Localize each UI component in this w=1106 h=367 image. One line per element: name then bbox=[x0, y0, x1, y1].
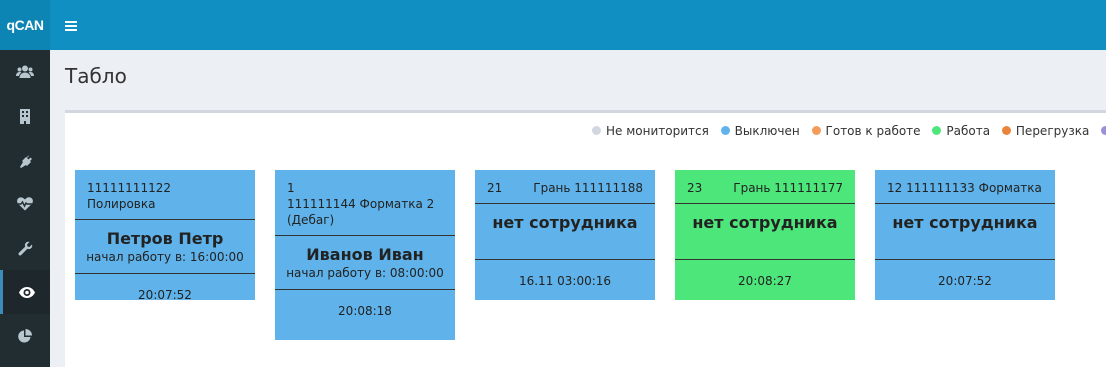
page-title: Табло bbox=[65, 64, 127, 88]
card-header: 21 Грань 111111188 bbox=[475, 170, 655, 204]
wrench-icon bbox=[17, 241, 32, 255]
legend-label: Перегрузка bbox=[1015, 124, 1090, 138]
app-logo[interactable]: qCAN bbox=[0, 0, 50, 50]
legend-label: Не мониторится bbox=[606, 124, 709, 138]
card-employee: Иванов Иван начал работу в: 08:00:00 bbox=[275, 236, 455, 290]
legend-label: Выключен bbox=[734, 124, 800, 138]
legend-dot-icon bbox=[592, 126, 601, 135]
card-header: 12 111111133 Форматка bbox=[875, 170, 1055, 204]
workstation-card[interactable]: 23 Грань 111111177 нет сотрудника 20:08:2… bbox=[675, 170, 855, 300]
card-time: 20:08:27 bbox=[738, 274, 792, 288]
legend-dot-icon bbox=[1101, 126, 1106, 135]
employee-name: нет сотрудника bbox=[892, 213, 1038, 232]
card-station-number: 1 bbox=[287, 181, 295, 195]
plug-icon bbox=[19, 153, 32, 168]
legend-label: Работа bbox=[946, 124, 991, 138]
card-station-number: 23 bbox=[687, 181, 703, 195]
eye-icon bbox=[18, 286, 35, 298]
sidebar-item-plug[interactable] bbox=[0, 138, 50, 182]
sidebar-item-settings[interactable] bbox=[0, 226, 50, 270]
workstation-card[interactable]: 1 111111144 Форматка 2 (Дебаг) Иванов Ив… bbox=[275, 170, 455, 340]
card-station-id: 111111144 Форматка 2 bbox=[287, 197, 435, 211]
legend-item: Работа bbox=[932, 124, 990, 138]
workstation-card[interactable]: 12 111111133 Форматка нет сотрудника 20:… bbox=[875, 170, 1055, 300]
legend-item: Не мониторится bbox=[592, 124, 709, 138]
sidebar bbox=[0, 50, 50, 367]
employee-name: нет сотрудника bbox=[692, 213, 838, 232]
card-station-number: 21 bbox=[487, 181, 503, 195]
heartbeat-icon bbox=[17, 197, 33, 211]
shift-start: начал работу в: 08:00:00 bbox=[286, 266, 444, 280]
workstation-card[interactable]: 21 Грань 111111188 нет сотрудника 16.11 0… bbox=[475, 170, 655, 300]
legend-item: Выключен bbox=[720, 124, 800, 138]
employee-name: нет сотрудника bbox=[492, 213, 638, 232]
legend-item: Готов к работе bbox=[811, 124, 921, 138]
legend-label: Готов к работе bbox=[825, 124, 921, 138]
sidebar-item-reports[interactable] bbox=[0, 314, 50, 358]
status-legend: Не мониторится Выключен Готов к работе Р… bbox=[592, 124, 1106, 138]
card-time: 16.11 03:00:16 bbox=[518, 274, 612, 288]
menu-toggle-icon[interactable] bbox=[58, 16, 84, 34]
card-station-id: Грань 111111177 bbox=[733, 181, 843, 195]
pie-chart-icon bbox=[18, 329, 32, 343]
card-employee: нет сотрудника bbox=[475, 204, 655, 260]
card-header: 11111111122 Полировка bbox=[75, 170, 255, 220]
card-time: 20:08:18 bbox=[338, 304, 392, 318]
card-employee: нет сотрудника bbox=[875, 204, 1055, 260]
employee-name: Иванов Иван bbox=[306, 245, 424, 264]
legend-item bbox=[1101, 124, 1106, 138]
legend-dot-icon bbox=[932, 126, 942, 135]
legend-dot-icon bbox=[1001, 126, 1011, 135]
legend-dot-icon bbox=[720, 126, 730, 135]
card-station-note: (Дебаг) bbox=[287, 213, 335, 227]
sidebar-item-board[interactable] bbox=[0, 270, 50, 314]
legend-dot-icon bbox=[811, 126, 821, 135]
card-station-id: Грань 111111188 bbox=[533, 181, 643, 195]
sidebar-item-health[interactable] bbox=[0, 182, 50, 226]
card-time: 20:07:52 bbox=[138, 288, 192, 302]
sidebar-item-users[interactable] bbox=[0, 50, 50, 94]
card-header: 1 111111144 Форматка 2 (Дебаг) bbox=[275, 170, 455, 236]
card-station-id: 12 111111133 Форматка bbox=[887, 181, 1042, 195]
card-employee: Петров Петр начал работу в: 16:00:00 bbox=[75, 220, 255, 274]
users-icon bbox=[16, 65, 34, 78]
sidebar-item-buildings[interactable] bbox=[0, 94, 50, 138]
top-navbar: qCAN bbox=[0, 0, 1106, 50]
building-icon bbox=[20, 108, 30, 124]
card-header: 23 Грань 111111177 bbox=[675, 170, 855, 204]
workstation-card[interactable]: 11111111122 Полировка Петров Петр начал … bbox=[75, 170, 255, 302]
card-employee: нет сотрудника bbox=[675, 204, 855, 260]
card-time: 20:07:52 bbox=[938, 274, 992, 288]
shift-start: начал работу в: 16:00:00 bbox=[86, 250, 244, 264]
legend-item: Перегрузка bbox=[1001, 124, 1090, 138]
card-station-id: 11111111122 Полировка bbox=[87, 181, 171, 211]
employee-name: Петров Петр bbox=[106, 229, 224, 248]
